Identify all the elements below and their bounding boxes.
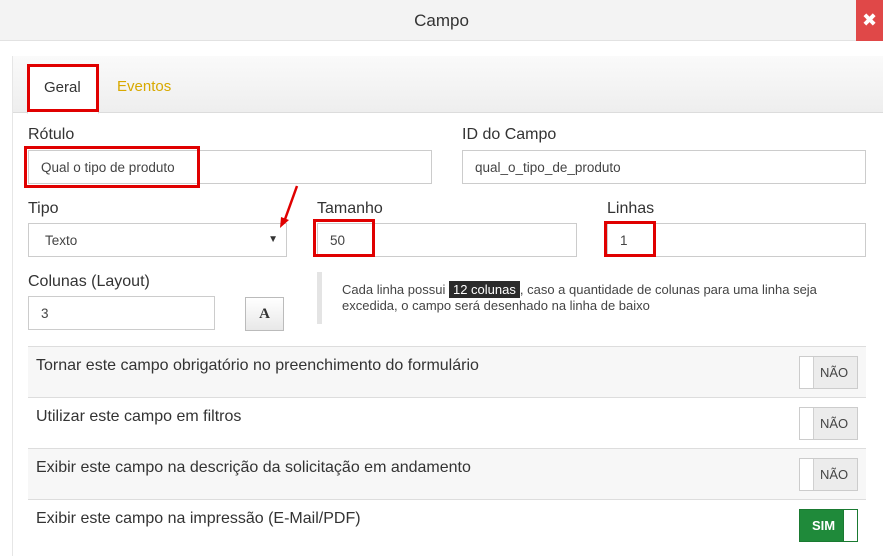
print-toggle[interactable]: SIM [799, 509, 858, 542]
chevron-down-icon: ▼ [268, 234, 278, 245]
toggle-knob [800, 459, 814, 490]
tamanho-label: Tamanho [317, 200, 383, 217]
annotation-arrow-icon [280, 185, 299, 228]
toggle-text: SIM [812, 518, 836, 533]
option-row: Tornar este campo obrigatório no preench… [28, 346, 866, 397]
toggle-text: NÃO [820, 365, 849, 380]
toggle-knob [843, 510, 857, 541]
rotulo-label: Rótulo [28, 126, 75, 143]
tipo-label: Tipo [28, 200, 59, 217]
dialog-titlebar: Campo ✖ [0, 0, 883, 41]
colunas-label: Colunas (Layout) [28, 273, 150, 290]
toggle-text: NÃO [820, 467, 849, 482]
close-button[interactable]: ✖ [856, 0, 883, 41]
id-campo-label: ID do Campo [462, 126, 557, 143]
option-row: Exibir este campo na descrição da solici… [28, 448, 866, 499]
linhas-input[interactable]: 1 [607, 223, 866, 257]
option-label: Exibir este campo na descrição da solici… [36, 459, 471, 476]
description-toggle[interactable]: NÃO [799, 458, 858, 491]
columns-hint: Cada linha possui 12 colunas, caso a qua… [317, 272, 867, 324]
toggle-knob [800, 408, 814, 439]
option-label: Exibir este campo na impressão (E-Mail/P… [36, 510, 361, 527]
tab-bar: Geral Eventos [13, 56, 883, 114]
required-toggle[interactable]: NÃO [799, 356, 858, 389]
option-label: Tornar este campo obrigatório no preench… [36, 357, 479, 374]
option-row: Utilizar este campo em filtros NÃO [28, 397, 866, 448]
option-label: Utilizar este campo em filtros [36, 408, 242, 425]
filter-toggle[interactable]: NÃO [799, 407, 858, 440]
hint-text-start: Cada linha possui [342, 282, 446, 297]
dialog-title: Campo [414, 11, 469, 30]
tab-eventos[interactable]: Eventos [101, 64, 187, 114]
id-campo-input[interactable]: qual_o_tipo_de_produto [462, 150, 866, 184]
close-icon: ✖ [861, 10, 878, 30]
font-style-button[interactable]: A [245, 297, 284, 331]
columns-badge: 12 colunas [448, 281, 520, 298]
tab-geral[interactable]: Geral [27, 64, 99, 114]
tipo-select[interactable]: Texto ▼ [28, 223, 287, 257]
toggle-knob [800, 357, 814, 388]
toggle-text: NÃO [820, 416, 849, 431]
option-row: Exibir este campo na impressão (E-Mail/P… [28, 499, 866, 550]
linhas-label: Linhas [607, 200, 655, 217]
tipo-select-value: Texto [45, 233, 78, 248]
tamanho-input[interactable]: 50 [317, 223, 577, 257]
rotulo-input[interactable]: Qual o tipo de produto [28, 150, 432, 184]
colunas-input[interactable]: 3 [28, 296, 215, 330]
